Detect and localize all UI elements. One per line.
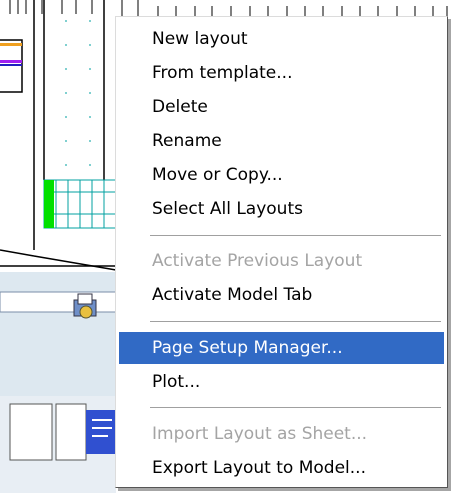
menu-item-from-template[interactable]: From template... bbox=[119, 57, 444, 89]
layout-context-menu: New layout From template... Delete Renam… bbox=[115, 16, 448, 488]
menu-item-plot[interactable]: Plot... bbox=[119, 366, 444, 398]
ruler-ticks bbox=[9, 0, 448, 16]
menu-separator bbox=[150, 321, 441, 323]
menu-item-new-layout[interactable]: New layout bbox=[119, 23, 444, 55]
menu-item-import-layout-as-sheet: Import Layout as Sheet... bbox=[152, 424, 368, 444]
menu-separator bbox=[150, 235, 441, 237]
menu-separator bbox=[150, 407, 441, 409]
menu-item-page-setup-manager[interactable]: Page Setup Manager... bbox=[119, 332, 444, 364]
menu-item-activate-previous-layout: Activate Previous Layout bbox=[152, 251, 363, 271]
menu-item-move-or-copy[interactable]: Move or Copy... bbox=[119, 159, 444, 191]
menu-item-export-layout-to-model[interactable]: Export Layout to Model... bbox=[119, 452, 444, 484]
menu-item-rename[interactable]: Rename bbox=[119, 125, 444, 157]
menu-item-delete[interactable]: Delete bbox=[119, 91, 444, 123]
green-marker bbox=[44, 180, 54, 228]
menu-item-select-all-layouts[interactable]: Select All Layouts bbox=[119, 193, 444, 225]
menu-item-activate-model-tab[interactable]: Activate Model Tab bbox=[119, 279, 444, 311]
